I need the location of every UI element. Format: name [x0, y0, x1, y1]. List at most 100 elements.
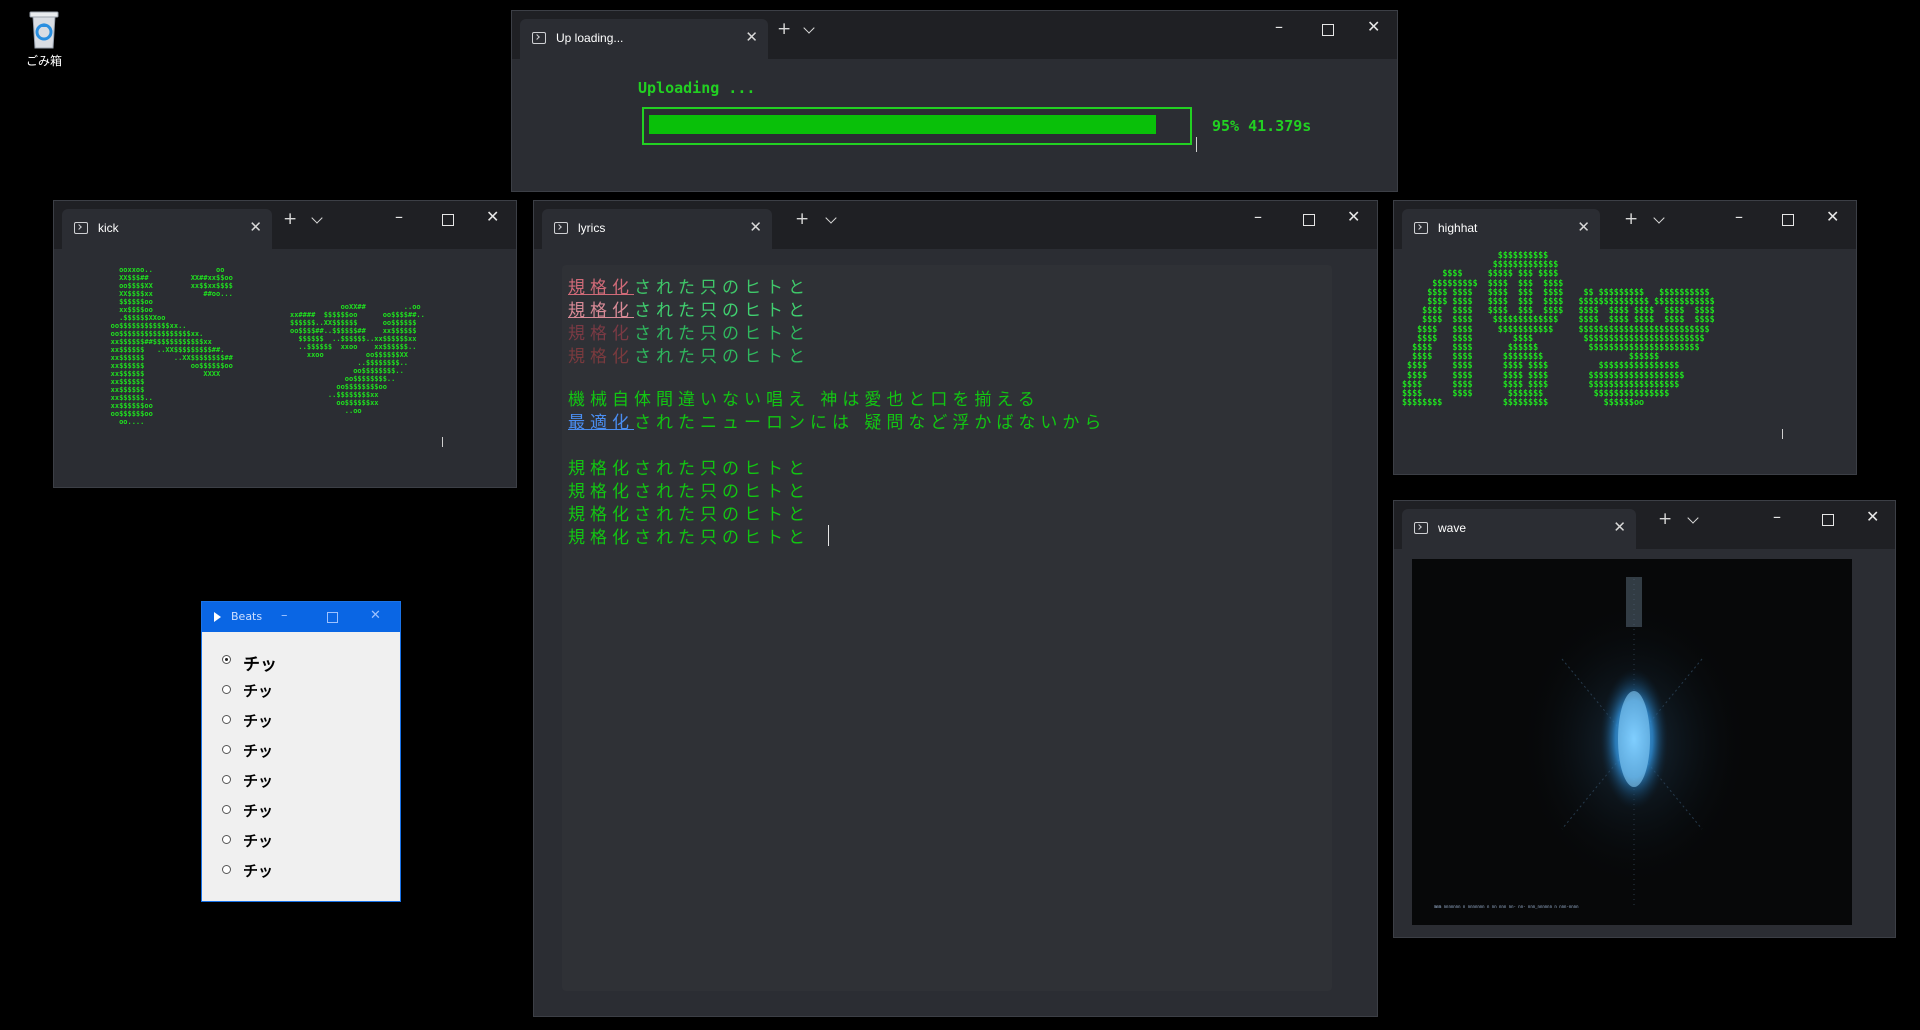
text-cursor [828, 525, 829, 546]
tab-bar: Up loading... ✕ + – ✕ [512, 11, 1397, 59]
radio-button[interactable] [222, 835, 231, 844]
ascii-art-pachi: $$$$$$$$$$ $$$$$$$$$$$$$ $$$$ $$$$$ $$$ … [1402, 250, 1715, 408]
tab-bar: kick ✕ + – ✕ [54, 201, 516, 249]
close-window-icon[interactable]: ✕ [1866, 507, 1879, 526]
beats-titlebar: Beats – ✕ [202, 602, 400, 632]
recycle-bin-label: ごみ箱 [25, 54, 62, 68]
beats-title: Beats [231, 610, 263, 623]
new-tab-icon[interactable]: + [283, 209, 297, 229]
close-tab-icon[interactable]: ✕ [1613, 518, 1626, 536]
minimize-icon[interactable]: – [1773, 507, 1781, 526]
tab-kick[interactable]: kick ✕ [62, 209, 272, 249]
tab-title: kick [98, 221, 119, 235]
tab-title: Up loading... [556, 31, 624, 45]
tab-bar: highhat ✕ + – ✕ [1394, 201, 1856, 249]
recycle-bin-icon [27, 8, 61, 50]
minimize-icon[interactable]: – [1735, 207, 1743, 226]
wave-status-line: mmm nnnnnnn n nnnnnnn n nn nnn nn- nn- n… [1434, 904, 1579, 909]
tab-title: wave [1438, 521, 1467, 535]
tab-wave[interactable]: wave ✕ [1402, 509, 1636, 549]
radio-button[interactable] [222, 745, 231, 754]
maximize-icon[interactable] [1822, 514, 1834, 526]
new-tab-icon[interactable]: + [795, 209, 809, 229]
tab-lyrics[interactable]: lyrics ✕ [542, 209, 772, 249]
chevron-down-icon[interactable] [311, 212, 323, 224]
maximize-icon[interactable] [1303, 214, 1315, 226]
lyric-line: 規格化された只のヒトと [568, 324, 810, 344]
radio-button[interactable] [222, 805, 231, 814]
tab-bar: lyrics ✕ + – ✕ [534, 201, 1377, 249]
lyrics-window: lyrics ✕ + – ✕ 規格化された只のヒトと 規格化された只のヒトと 規… [533, 200, 1378, 1017]
progress-fill [649, 115, 1156, 134]
close-tab-icon[interactable]: ✕ [745, 28, 758, 46]
wave-window: wave ✕ + – ✕ mmm nnnnnnn n nnnnnnn n nn … [1393, 500, 1896, 938]
close-tab-icon[interactable]: ✕ [1577, 218, 1590, 236]
lyric-line: 規格化された只のヒトと [568, 301, 810, 321]
radio-button[interactable] [222, 775, 231, 784]
lyric-line: 規格化された只のヒトと [568, 459, 810, 479]
kick-window: kick ✕ + – ✕ ooxxoo.. oo XX$$$## XX##xx$… [53, 200, 517, 488]
text-cursor [1782, 429, 1783, 439]
maximize-icon[interactable] [327, 612, 338, 623]
chevron-down-icon[interactable] [825, 212, 837, 224]
new-tab-icon[interactable]: + [777, 19, 791, 39]
lyric-line: 機械自体間違いない唱え 神は愛也と口を揃える [568, 390, 1040, 410]
tab-title: lyrics [578, 221, 606, 235]
beat-option-label: チッ [243, 655, 277, 675]
tab-bar: wave ✕ + – ✕ [1394, 501, 1895, 549]
radio-button[interactable] [222, 655, 231, 664]
wave-visualizer: mmm nnnnnnn n nnnnnnn n nn nnn nn- nn- n… [1412, 559, 1852, 925]
lyric-line: 規格化された只のヒトと [568, 347, 810, 367]
progress-bar [642, 107, 1192, 145]
chevron-down-icon[interactable] [1653, 212, 1665, 224]
beat-option-label: チッ [243, 802, 274, 820]
lyric-line: 規格化された只のヒトと [568, 528, 810, 548]
new-tab-icon[interactable]: + [1624, 209, 1638, 229]
close-window-icon[interactable]: ✕ [1826, 207, 1839, 226]
close-window-icon[interactable]: ✕ [370, 608, 381, 623]
new-tab-icon[interactable]: + [1658, 509, 1672, 529]
minimize-icon[interactable]: – [1275, 17, 1283, 36]
recycle-bin[interactable]: ごみ箱 [18, 8, 70, 69]
text-cursor [1196, 137, 1197, 152]
close-window-icon[interactable]: ✕ [1367, 17, 1380, 36]
lyric-line: 規格化された只のヒトと [568, 278, 810, 298]
radio-button[interactable] [222, 715, 231, 724]
upload-status: Uploading ... [638, 79, 756, 97]
terminal-icon [1414, 522, 1428, 534]
ascii-art-tsu: ooXX## ..oo xx#### $$$$$$oo oo$$$$##.. $… [290, 303, 425, 415]
maximize-icon[interactable] [442, 214, 454, 226]
beat-option-label: チッ [243, 742, 274, 760]
close-tab-icon[interactable]: ✕ [749, 218, 762, 236]
beat-option-label: チッ [243, 772, 274, 790]
minimize-icon[interactable]: – [1254, 207, 1262, 226]
text-cursor [442, 437, 443, 447]
ascii-art-to: ooxxoo.. oo XX$$$## XX##xx$$oo oo$$$$XX … [110, 266, 233, 426]
maximize-icon[interactable] [1782, 214, 1794, 226]
beats-window: Beats – ✕ チッ チッ チッ チッ チッ チッ チッ チッ [201, 601, 401, 902]
close-window-icon[interactable]: ✕ [486, 207, 499, 226]
tab-title: highhat [1438, 221, 1478, 235]
chevron-down-icon[interactable] [803, 22, 815, 34]
beat-option-label: チッ [243, 712, 274, 730]
highhat-window: highhat ✕ + – ✕ $$$$$$$$$$ $$$$$$$$$$$$$… [1393, 200, 1857, 475]
tab-highhat[interactable]: highhat ✕ [1402, 209, 1600, 249]
chevron-down-icon[interactable] [1687, 512, 1699, 524]
lyric-line: 規格化された只のヒトと [568, 482, 810, 502]
lyrics-pane [562, 265, 1332, 991]
radio-button[interactable] [222, 685, 231, 694]
minimize-icon[interactable]: – [281, 608, 288, 623]
beat-option-label: チッ [243, 862, 274, 880]
wave-graphic [1514, 577, 1754, 909]
beat-option-label: チッ [243, 832, 274, 850]
terminal-icon [554, 222, 568, 234]
close-window-icon[interactable]: ✕ [1347, 207, 1360, 226]
progress-text: 95% 41.379s [1212, 117, 1312, 135]
minimize-icon[interactable]: – [395, 207, 403, 226]
maximize-icon[interactable] [1322, 24, 1334, 36]
terminal-icon [532, 32, 546, 44]
close-tab-icon[interactable]: ✕ [249, 218, 262, 236]
tab-uploading[interactable]: Up loading... ✕ [520, 19, 768, 59]
radio-button[interactable] [222, 865, 231, 874]
terminal-icon [74, 222, 88, 234]
